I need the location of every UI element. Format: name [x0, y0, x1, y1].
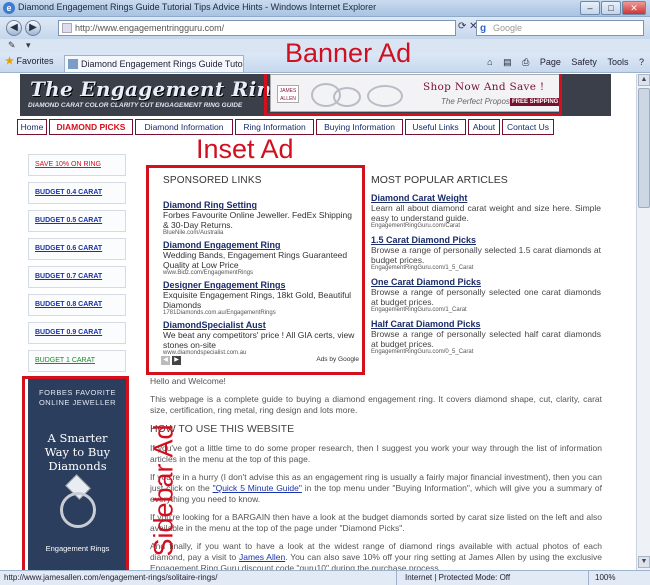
page-viewport: The Engagement Ring Guru DIAMOND CARAT C… [0, 74, 650, 570]
nav-contact[interactable]: Contact Us [502, 119, 554, 135]
forward-icon[interactable]: ▶ [25, 20, 41, 36]
edit-icon[interactable]: ✎ [8, 40, 16, 51]
browser-window: e Diamond Engagement Rings Guide Tutoria… [0, 0, 650, 585]
welcome-text: Hello and Welcome! [150, 376, 226, 386]
back-icon[interactable]: ◀ [6, 20, 22, 36]
print-icon[interactable]: ⎙ [522, 57, 529, 67]
sidebar-item-06[interactable]: BUDGET 0.6 CARAT [28, 238, 126, 260]
popular-item-desc: Browse a range of personally selected 1.… [371, 245, 601, 265]
scroll-up-icon[interactable]: ▲ [638, 74, 650, 86]
popular-item-url: EngagementRingGuru.com/Carat [371, 223, 461, 229]
scroll-thumb[interactable] [638, 88, 650, 208]
james-allen-link[interactable]: James Allen [239, 552, 285, 562]
favorites-button[interactable]: ★ Favorites [5, 56, 54, 67]
site-tagline: DIAMOND CARAT COLOR CLARITY CUT ENGAGEME… [28, 102, 243, 109]
search-input[interactable]: g Google [476, 20, 644, 36]
banner-ad-highlight [264, 74, 562, 116]
search-placeholder: Google [493, 23, 523, 33]
tab-label: Diamond Engagement Rings Guide Tutorial … [81, 59, 243, 69]
banner-ad-label: Banner Ad [285, 38, 412, 68]
address-buttons[interactable]: ⟳ ✕ [458, 21, 478, 32]
zoom-level[interactable]: 100% [588, 571, 615, 585]
sidebar-item-04[interactable]: BUDGET 0.4 CARAT [28, 182, 126, 204]
popular-item-desc: Browse a range of personally selected ha… [371, 329, 601, 349]
inset-ad-highlight [146, 165, 365, 375]
popular-item-desc: Learn all about diamond carat weight and… [371, 203, 601, 223]
popular-item-url: EngagementRingGuru.com/0_5_Carat [371, 349, 474, 355]
paragraph-2: If you're in a hurry (I don't advise thi… [150, 472, 602, 505]
home-icon[interactable]: ⌂ [487, 57, 492, 67]
page-menu[interactable]: Page [540, 57, 561, 67]
maximize-button[interactable]: □ [601, 1, 621, 15]
address-bar-row: ◀ ▶ http://www.engagementringguru.com/ ⟳… [0, 17, 650, 39]
popular-item[interactable]: Diamond Carat Weight Learn all about dia… [371, 193, 601, 229]
popular-item-title[interactable]: Diamond Carat Weight [371, 193, 601, 203]
feeds-icon[interactable]: ▤ [503, 57, 512, 67]
sidebar-ad-highlight [22, 376, 129, 570]
status-url: http://www.jamesallen.com/engagement-rin… [4, 573, 218, 582]
scroll-down-icon[interactable]: ▼ [638, 556, 650, 568]
popular-articles: MOST POPULAR ARTICLES Diamond Carat Weig… [371, 174, 601, 361]
paragraph-4: And finally, if you want to have a look … [150, 541, 602, 570]
quick-guide-link[interactable]: "Quick 5 Minute Guide" [213, 483, 302, 493]
nav-diamond-information[interactable]: Diamond Information [135, 119, 233, 135]
status-bar: http://www.jamesallen.com/engagement-rin… [0, 570, 650, 585]
page-icon [62, 23, 72, 33]
close-button[interactable]: ✕ [622, 1, 646, 15]
command-bar: ⌂ ▤ ⎙ Page Safety Tools ? [479, 57, 644, 68]
popular-item-url: EngagementRingGuru.com/1_Carat [371, 307, 467, 313]
nav-diamond-picks[interactable]: DIAMOND PICKS [49, 119, 133, 135]
safety-menu[interactable]: Safety [571, 57, 597, 67]
favorites-label: Favorites [16, 56, 54, 66]
sidebar-ad-label: Sidebar Ad [148, 424, 179, 557]
popular-item-desc: Browse a range of personally selected on… [371, 287, 601, 307]
popular-item[interactable]: Half Carat Diamond Picks Browse a range … [371, 319, 601, 355]
paragraph-1: If you've got a little time to do some p… [150, 443, 602, 464]
howto-heading: HOW TO USE THIS WEBSITE [150, 423, 295, 435]
sidebar-item-07[interactable]: BUDGET 0.7 CARAT [28, 266, 126, 288]
minimize-button[interactable]: – [580, 1, 600, 15]
ie-icon: e [3, 2, 15, 14]
tab-page-icon [68, 59, 78, 69]
popular-item[interactable]: One Carat Diamond Picks Browse a range o… [371, 277, 601, 313]
sidebar-item-09[interactable]: BUDGET 0.9 CARAT [28, 322, 126, 344]
paragraph-3: If you're looking for a BARGAIN then hav… [150, 512, 602, 533]
address-text: http://www.engagementringguru.com/ [75, 23, 225, 33]
nav-ring-information[interactable]: Ring Information [235, 119, 314, 135]
address-field[interactable]: http://www.engagementringguru.com/ [58, 20, 456, 36]
popular-item[interactable]: 1.5 Carat Diamond Picks Browse a range o… [371, 235, 601, 271]
google-icon: g [480, 23, 487, 34]
popular-item-title[interactable]: One Carat Diamond Picks [371, 277, 601, 287]
vertical-scrollbar[interactable]: ▲ ▼ [636, 74, 650, 570]
intro-text: This webpage is a complete guide to buyi… [150, 394, 602, 415]
popular-title: MOST POPULAR ARTICLES [371, 174, 508, 186]
popular-item-url: EngagementRingGuru.com/1_5_Carat [371, 265, 474, 271]
popular-item-title[interactable]: Half Carat Diamond Picks [371, 319, 601, 329]
nav-home[interactable]: Home [17, 119, 47, 135]
star-icon: ★ [5, 56, 14, 67]
inset-ad-label: Inset Ad [196, 134, 294, 164]
help-icon[interactable]: ? [639, 57, 644, 67]
tools-icon[interactable]: ▾ [26, 40, 31, 51]
nav-about[interactable]: About [468, 119, 500, 135]
sidebar-item-1[interactable]: BUDGET 1 CARAT [28, 350, 126, 372]
sidebar-item-08[interactable]: BUDGET 0.8 CARAT [28, 294, 126, 316]
tools-menu[interactable]: Tools [607, 57, 628, 67]
status-zone: Internet | Protected Mode: Off [396, 571, 510, 585]
nav-buying-information[interactable]: Buying Information [316, 119, 403, 135]
sidebar-item-save[interactable]: SAVE 10% ON RING [28, 154, 126, 176]
title-bar: e Diamond Engagement Rings Guide Tutoria… [0, 0, 650, 17]
sidebar-item-05[interactable]: BUDGET 0.5 CARAT [28, 210, 126, 232]
nav-useful-links[interactable]: Useful Links [405, 119, 466, 135]
main-content: Hello and Welcome! This webpage is a com… [150, 376, 602, 570]
window-title: Diamond Engagement Rings Guide Tutorial … [18, 2, 377, 12]
popular-item-title[interactable]: 1.5 Carat Diamond Picks [371, 235, 601, 245]
tab-active[interactable]: Diamond Engagement Rings Guide Tutorial … [64, 55, 244, 72]
